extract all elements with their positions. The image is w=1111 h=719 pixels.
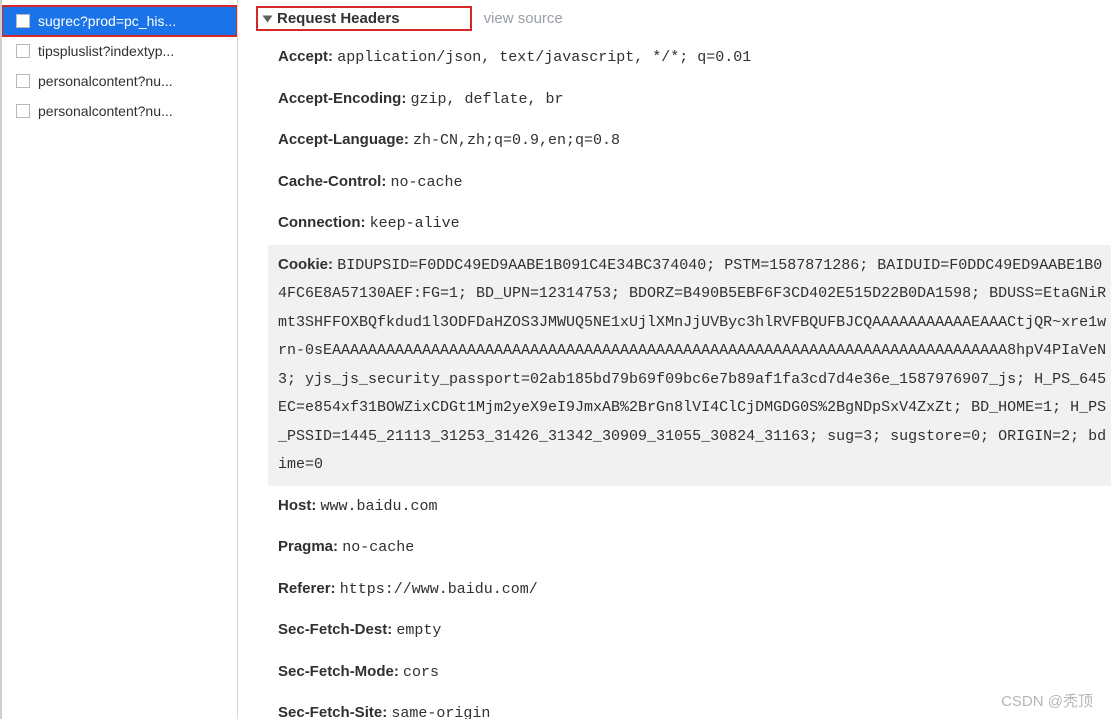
- file-icon: [16, 14, 30, 28]
- header-value: BIDUPSID=F0DDC49ED9AABE1B091C4E34BC37404…: [278, 257, 1106, 474]
- header-value: empty: [396, 622, 441, 639]
- header-name: Host:: [278, 497, 321, 514]
- header-name: Pragma:: [278, 538, 342, 555]
- collapse-triangle-icon[interactable]: [263, 15, 273, 22]
- request-list-label: tipspluslist?indextyp...: [38, 43, 174, 59]
- header-row: Accept: application/json, text/javascrip…: [268, 37, 1111, 79]
- request-list-label: personalcontent?nu...: [38, 103, 173, 119]
- devtools-network-panel: sugrec?prod=pc_his... tipspluslist?indext…: [0, 0, 1111, 719]
- header-row: Cookie: BIDUPSID=F0DDC49ED9AABE1B091C4E3…: [268, 245, 1111, 486]
- header-value: https://www.baidu.com/: [340, 581, 538, 598]
- file-icon: [16, 74, 30, 88]
- header-name: Connection:: [278, 214, 370, 231]
- header-value: zh-CN,zh;q=0.9,en;q=0.8: [413, 132, 620, 149]
- header-value: application/json, text/javascript, */*; …: [337, 49, 751, 66]
- header-name: Sec-Fetch-Site:: [278, 704, 391, 719]
- header-value: www.baidu.com: [321, 498, 438, 515]
- header-value: cors: [403, 664, 439, 681]
- headers-list: Accept: application/json, text/javascrip…: [238, 37, 1111, 719]
- header-name: Accept-Encoding:: [278, 90, 411, 107]
- request-list: sugrec?prod=pc_his... tipspluslist?indext…: [2, 0, 238, 719]
- header-name: Referer:: [278, 580, 340, 597]
- header-row: Referer: https://www.baidu.com/: [268, 569, 1111, 611]
- view-source-link[interactable]: view source: [484, 10, 563, 27]
- request-list-item[interactable]: personalcontent?nu...: [2, 96, 237, 126]
- header-name: Sec-Fetch-Mode:: [278, 663, 403, 680]
- header-value: gzip, deflate, br: [411, 91, 564, 108]
- header-name: Accept-Language:: [278, 131, 413, 148]
- header-name: Cache-Control:: [278, 173, 391, 190]
- file-icon: [16, 44, 30, 58]
- header-row: Sec-Fetch-Site: same-origin: [268, 693, 1111, 719]
- request-headers-annotation: Request Headers: [256, 6, 472, 31]
- request-list-item[interactable]: sugrec?prod=pc_his...: [2, 6, 237, 36]
- header-name: Accept:: [278, 48, 337, 65]
- request-list-label: sugrec?prod=pc_his...: [38, 13, 176, 29]
- section-header: Request Headers view source: [238, 4, 1111, 37]
- header-name: Cookie:: [278, 256, 337, 273]
- header-row: Cache-Control: no-cache: [268, 162, 1111, 204]
- header-row: Host: www.baidu.com: [268, 486, 1111, 528]
- request-list-item[interactable]: tipspluslist?indextyp...: [2, 36, 237, 66]
- request-list-label: personalcontent?nu...: [38, 73, 173, 89]
- file-icon: [16, 104, 30, 118]
- header-name: Sec-Fetch-Dest:: [278, 621, 396, 638]
- header-row: Connection: keep-alive: [268, 203, 1111, 245]
- section-title: Request Headers: [277, 10, 400, 27]
- header-value: keep-alive: [370, 215, 460, 232]
- header-value: no-cache: [342, 539, 414, 556]
- header-value: no-cache: [391, 174, 463, 191]
- request-detail-pane: Request Headers view source Accept: appl…: [238, 0, 1111, 719]
- header-row: Accept-Language: zh-CN,zh;q=0.9,en;q=0.8: [268, 120, 1111, 162]
- header-row: Pragma: no-cache: [268, 527, 1111, 569]
- header-value: same-origin: [391, 705, 490, 719]
- request-list-item[interactable]: personalcontent?nu...: [2, 66, 237, 96]
- header-row: Accept-Encoding: gzip, deflate, br: [268, 79, 1111, 121]
- header-row: Sec-Fetch-Mode: cors: [268, 652, 1111, 694]
- header-row: Sec-Fetch-Dest: empty: [268, 610, 1111, 652]
